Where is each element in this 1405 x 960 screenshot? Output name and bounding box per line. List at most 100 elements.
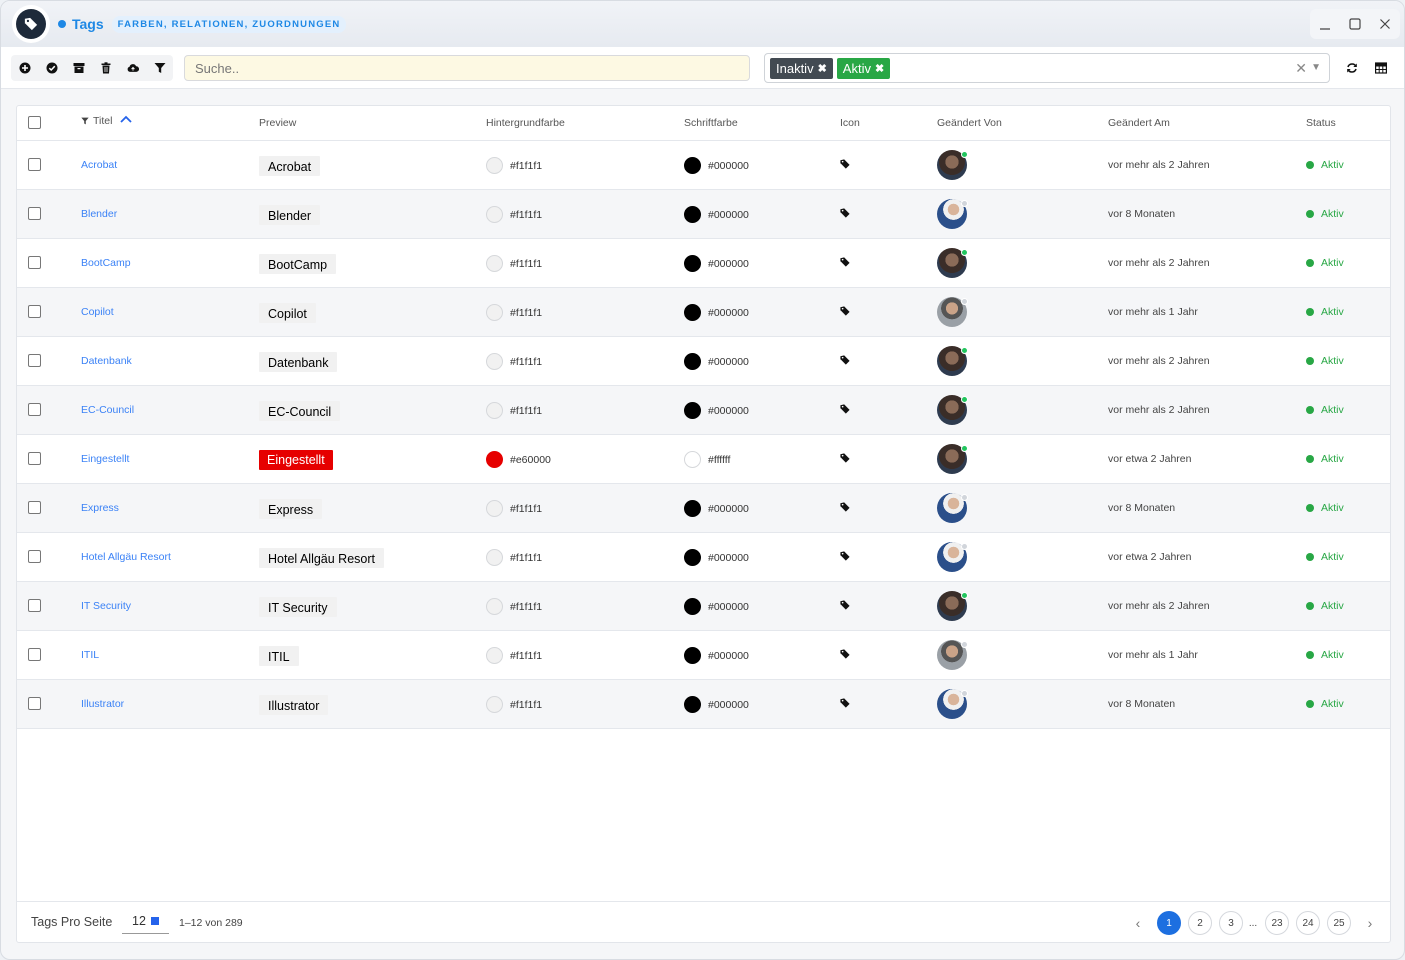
status-filter-select[interactable]: Inaktiv ✖ Aktiv ✖ ✕ ▼	[764, 53, 1330, 83]
avatar[interactable]	[937, 689, 968, 719]
tag-title-link[interactable]: EC-Council	[81, 404, 134, 416]
archive-button[interactable]	[65, 55, 92, 81]
delete-button[interactable]	[92, 55, 119, 81]
column-header-titel[interactable]: Titel	[81, 115, 133, 127]
filter-chip-inaktiv[interactable]: Inaktiv ✖	[770, 57, 833, 79]
refresh-button[interactable]	[1339, 55, 1365, 81]
avatar[interactable]	[937, 346, 968, 376]
chevron-down-icon[interactable]: ▼	[1311, 62, 1321, 73]
tag-title-link[interactable]: ITIL	[81, 649, 99, 661]
next-page-button[interactable]: ›	[1358, 911, 1382, 935]
status-label: Aktiv	[1321, 257, 1344, 269]
avatar[interactable]	[937, 542, 968, 572]
tag-title-link[interactable]: Acrobat	[81, 159, 117, 171]
add-button[interactable]	[11, 55, 38, 81]
table-row[interactable]: ITIL ITIL #f1f1f1 #000000 vor mehr als 1 Jah…	[17, 631, 1390, 680]
avatar[interactable]	[937, 297, 968, 327]
row-checkbox[interactable]	[28, 550, 41, 563]
table-row[interactable]: Datenbank Datenbank #f1f1f1 #000000 vor mehr…	[17, 337, 1390, 386]
remove-chip-icon[interactable]: ✖	[818, 62, 827, 75]
font-color-value: #000000	[708, 404, 749, 417]
sort-ascending-icon[interactable]	[120, 115, 133, 123]
page-button-3[interactable]: 3	[1219, 911, 1243, 935]
column-header-preview[interactable]: Preview	[259, 117, 296, 129]
filter-chip-aktiv[interactable]: Aktiv ✖	[836, 57, 891, 79]
status-label: Aktiv	[1321, 306, 1344, 318]
tag-icon	[840, 306, 850, 316]
avatar[interactable]	[937, 395, 968, 425]
background-color-swatch	[486, 255, 503, 272]
column-header-geaendert-von[interactable]: Geändert Von	[937, 117, 1002, 129]
columns-button[interactable]	[1368, 55, 1394, 81]
row-checkbox[interactable]	[28, 158, 41, 171]
table-row[interactable]: Blender Blender #f1f1f1 #000000 vor 8 Monate…	[17, 190, 1390, 239]
table-row[interactable]: Eingestellt Eingestellt #e60000 #ffffff vor …	[17, 435, 1390, 484]
page-button-23[interactable]: 23	[1265, 911, 1289, 935]
table-row[interactable]: Express Express #f1f1f1 #000000 vor 8 Monate…	[17, 484, 1390, 533]
tag-title-link[interactable]: Illustrator	[81, 698, 124, 710]
avatar[interactable]	[937, 640, 968, 670]
row-checkbox[interactable]	[28, 501, 41, 514]
tag-title-link[interactable]: IT Security	[81, 600, 131, 612]
remove-chip-icon[interactable]: ✖	[875, 62, 884, 75]
row-checkbox[interactable]	[28, 354, 41, 367]
row-checkbox[interactable]	[28, 403, 41, 416]
changed-date: vor mehr als 2 Jahren	[1108, 159, 1210, 171]
font-color-swatch	[684, 500, 701, 517]
column-header-hintergrundfarbe[interactable]: Hintergrundfarbe	[486, 117, 565, 129]
activate-button[interactable]	[38, 55, 65, 81]
clear-filter-icon[interactable]: ✕	[1295, 60, 1307, 77]
avatar[interactable]	[937, 493, 968, 523]
row-checkbox[interactable]	[28, 305, 41, 318]
avatar[interactable]	[937, 248, 968, 278]
tag-title-link[interactable]: Datenbank	[81, 355, 132, 367]
per-page-select[interactable]: 12	[122, 910, 169, 934]
tag-title-link[interactable]: Copilot	[81, 306, 114, 318]
table-row[interactable]: Acrobat Acrobat #f1f1f1 #000000 vor mehr als…	[17, 141, 1390, 190]
upload-button[interactable]	[119, 55, 146, 81]
row-checkbox[interactable]	[28, 599, 41, 612]
minimize-icon	[1320, 28, 1330, 30]
page-button-24[interactable]: 24	[1296, 911, 1320, 935]
row-checkbox[interactable]	[28, 452, 41, 465]
table-row[interactable]: EC-Council EC-Council #f1f1f1 #000000 vor me…	[17, 386, 1390, 435]
font-color-value: #000000	[708, 257, 749, 270]
row-checkbox[interactable]	[28, 697, 41, 710]
avatar[interactable]	[937, 199, 968, 229]
table-row[interactable]: BootCamp BootCamp #f1f1f1 #000000 vor mehr a…	[17, 239, 1390, 288]
column-header-status[interactable]: Status	[1306, 117, 1336, 129]
column-header-schriftfarbe[interactable]: Schriftfarbe	[684, 117, 738, 129]
tag-title-link[interactable]: Blender	[81, 208, 117, 220]
page-button-1[interactable]: 1	[1157, 911, 1181, 935]
row-checkbox[interactable]	[28, 207, 41, 220]
table-row[interactable]: Illustrator Illustrator #f1f1f1 #000000 vor …	[17, 680, 1390, 729]
tag-app-icon	[16, 9, 46, 39]
avatar[interactable]	[937, 444, 968, 474]
select-all-checkbox[interactable]	[28, 116, 41, 129]
filter-button[interactable]	[146, 55, 173, 81]
row-checkbox[interactable]	[28, 256, 41, 269]
font-color-cell: #000000	[684, 157, 749, 174]
tag-icon	[840, 257, 850, 267]
tag-title-link[interactable]: Express	[81, 502, 119, 514]
tag-title-link[interactable]: BootCamp	[81, 257, 131, 269]
column-header-icon[interactable]: Icon	[840, 117, 860, 129]
row-checkbox[interactable]	[28, 648, 41, 661]
tag-title-link[interactable]: Hotel Allgäu Resort	[81, 551, 171, 563]
column-header-geaendert-am[interactable]: Geändert Am	[1108, 117, 1170, 129]
page-button-25[interactable]: 25	[1327, 911, 1351, 935]
avatar[interactable]	[937, 591, 968, 621]
tag-title-link[interactable]: Eingestellt	[81, 453, 129, 465]
font-color-value: #000000	[708, 208, 749, 221]
table-row[interactable]: Copilot Copilot #f1f1f1 #000000 vor mehr als…	[17, 288, 1390, 337]
close-button[interactable]	[1370, 9, 1400, 39]
tag-preview: BootCamp	[259, 254, 337, 274]
page-button-2[interactable]: 2	[1188, 911, 1212, 935]
table-row[interactable]: Hotel Allgäu Resort Hotel Allgäu Resort #f…	[17, 533, 1390, 582]
minimize-button[interactable]	[1310, 9, 1340, 39]
table-row[interactable]: IT Security IT Security #f1f1f1 #000000 vor …	[17, 582, 1390, 631]
previous-page-button[interactable]: ‹	[1126, 911, 1150, 935]
maximize-button[interactable]	[1340, 9, 1370, 39]
search-input[interactable]	[184, 55, 750, 81]
avatar[interactable]	[937, 150, 968, 180]
